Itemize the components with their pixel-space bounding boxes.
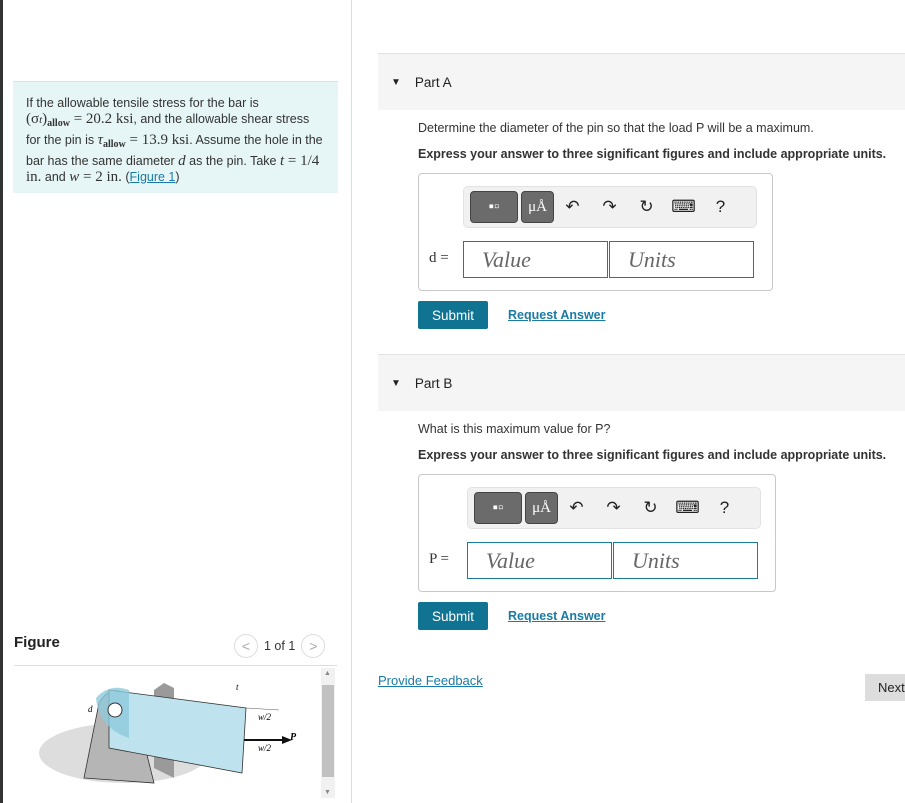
- units-input[interactable]: Units: [609, 241, 754, 278]
- redo-icon[interactable]: ↷: [595, 498, 632, 518]
- figure-pager: < 1 of 1 >: [234, 634, 326, 658]
- t-label: t: [236, 682, 239, 692]
- keyboard-icon[interactable]: ⌨: [665, 197, 702, 217]
- part-title: Part A: [414, 74, 452, 90]
- figure-scrollbar[interactable]: ▲ ▼: [321, 668, 335, 798]
- prev-figure-button[interactable]: <: [234, 634, 258, 658]
- keyboard-icon[interactable]: ⌨: [669, 498, 706, 518]
- undo-icon[interactable]: ↶: [558, 498, 595, 518]
- part-a-answer-box: ▪▫ μÅ ↶ ↷ ↻ ⌨ ? d = Value Units: [418, 173, 773, 291]
- part-a-header[interactable]: ▼ Part A: [378, 53, 905, 110]
- figure-divider: [14, 665, 337, 666]
- units-symbols-button[interactable]: μÅ: [525, 492, 558, 524]
- value-input[interactable]: Value: [463, 241, 608, 278]
- provide-feedback-link[interactable]: Provide Feedback: [378, 673, 483, 688]
- redo-icon[interactable]: ↷: [591, 197, 628, 217]
- variable-label: d =: [429, 250, 449, 266]
- templates-button[interactable]: ▪▫: [474, 492, 522, 524]
- next-button[interactable]: Next: [865, 674, 905, 701]
- submit-button[interactable]: Submit: [418, 602, 488, 630]
- problem-statement: If the allowable tensile stress for the …: [13, 81, 338, 193]
- submit-button[interactable]: Submit: [418, 301, 488, 329]
- variable-label: P =: [429, 551, 449, 567]
- w-half-label: w/2: [258, 712, 272, 722]
- part-b-question: What is this maximum value for P?: [418, 422, 611, 436]
- units-input[interactable]: Units: [613, 542, 758, 579]
- next-figure-button[interactable]: >: [301, 634, 326, 658]
- value-input[interactable]: Value: [467, 542, 612, 579]
- reset-icon[interactable]: ↻: [632, 498, 669, 518]
- part-a-question: Determine the diameter of the pin so tha…: [418, 121, 814, 135]
- collapse-triangle-icon: ▼: [391, 76, 401, 88]
- help-icon[interactable]: ?: [702, 197, 739, 217]
- window-edge: [0, 0, 3, 803]
- panel-divider: [351, 0, 352, 803]
- request-answer-link[interactable]: Request Answer: [508, 609, 605, 623]
- part-b-instructions: Express your answer to three significant…: [418, 448, 887, 462]
- figure-count: 1 of 1: [264, 639, 296, 653]
- figure-link[interactable]: Figure 1: [130, 170, 176, 184]
- request-answer-link[interactable]: Request Answer: [508, 308, 605, 322]
- part-title: Part B: [414, 375, 453, 391]
- figure-title: Figure: [14, 634, 60, 651]
- math-toolbar: ▪▫ μÅ ↶ ↷ ↻ ⌨ ?: [467, 487, 761, 529]
- d-label: d: [88, 704, 93, 714]
- collapse-triangle-icon: ▼: [391, 377, 401, 389]
- P-label: P: [290, 732, 297, 743]
- pin-bar-figure: P w/2 w/2 d t: [39, 682, 297, 784]
- help-icon[interactable]: ?: [706, 498, 743, 518]
- part-a-instructions: Express your answer to three significant…: [418, 147, 887, 161]
- w-half-label: w/2: [258, 743, 272, 753]
- reset-icon[interactable]: ↻: [628, 197, 665, 217]
- undo-icon[interactable]: ↶: [554, 197, 591, 217]
- part-b-answer-box: ▪▫ μÅ ↶ ↷ ↻ ⌨ ? P = Value Units: [418, 474, 776, 592]
- units-symbols-button[interactable]: μÅ: [521, 191, 554, 223]
- math-toolbar: ▪▫ μÅ ↶ ↷ ↻ ⌨ ?: [463, 186, 757, 228]
- part-b-header[interactable]: ▼ Part B: [378, 354, 905, 411]
- templates-button[interactable]: ▪▫: [470, 191, 518, 223]
